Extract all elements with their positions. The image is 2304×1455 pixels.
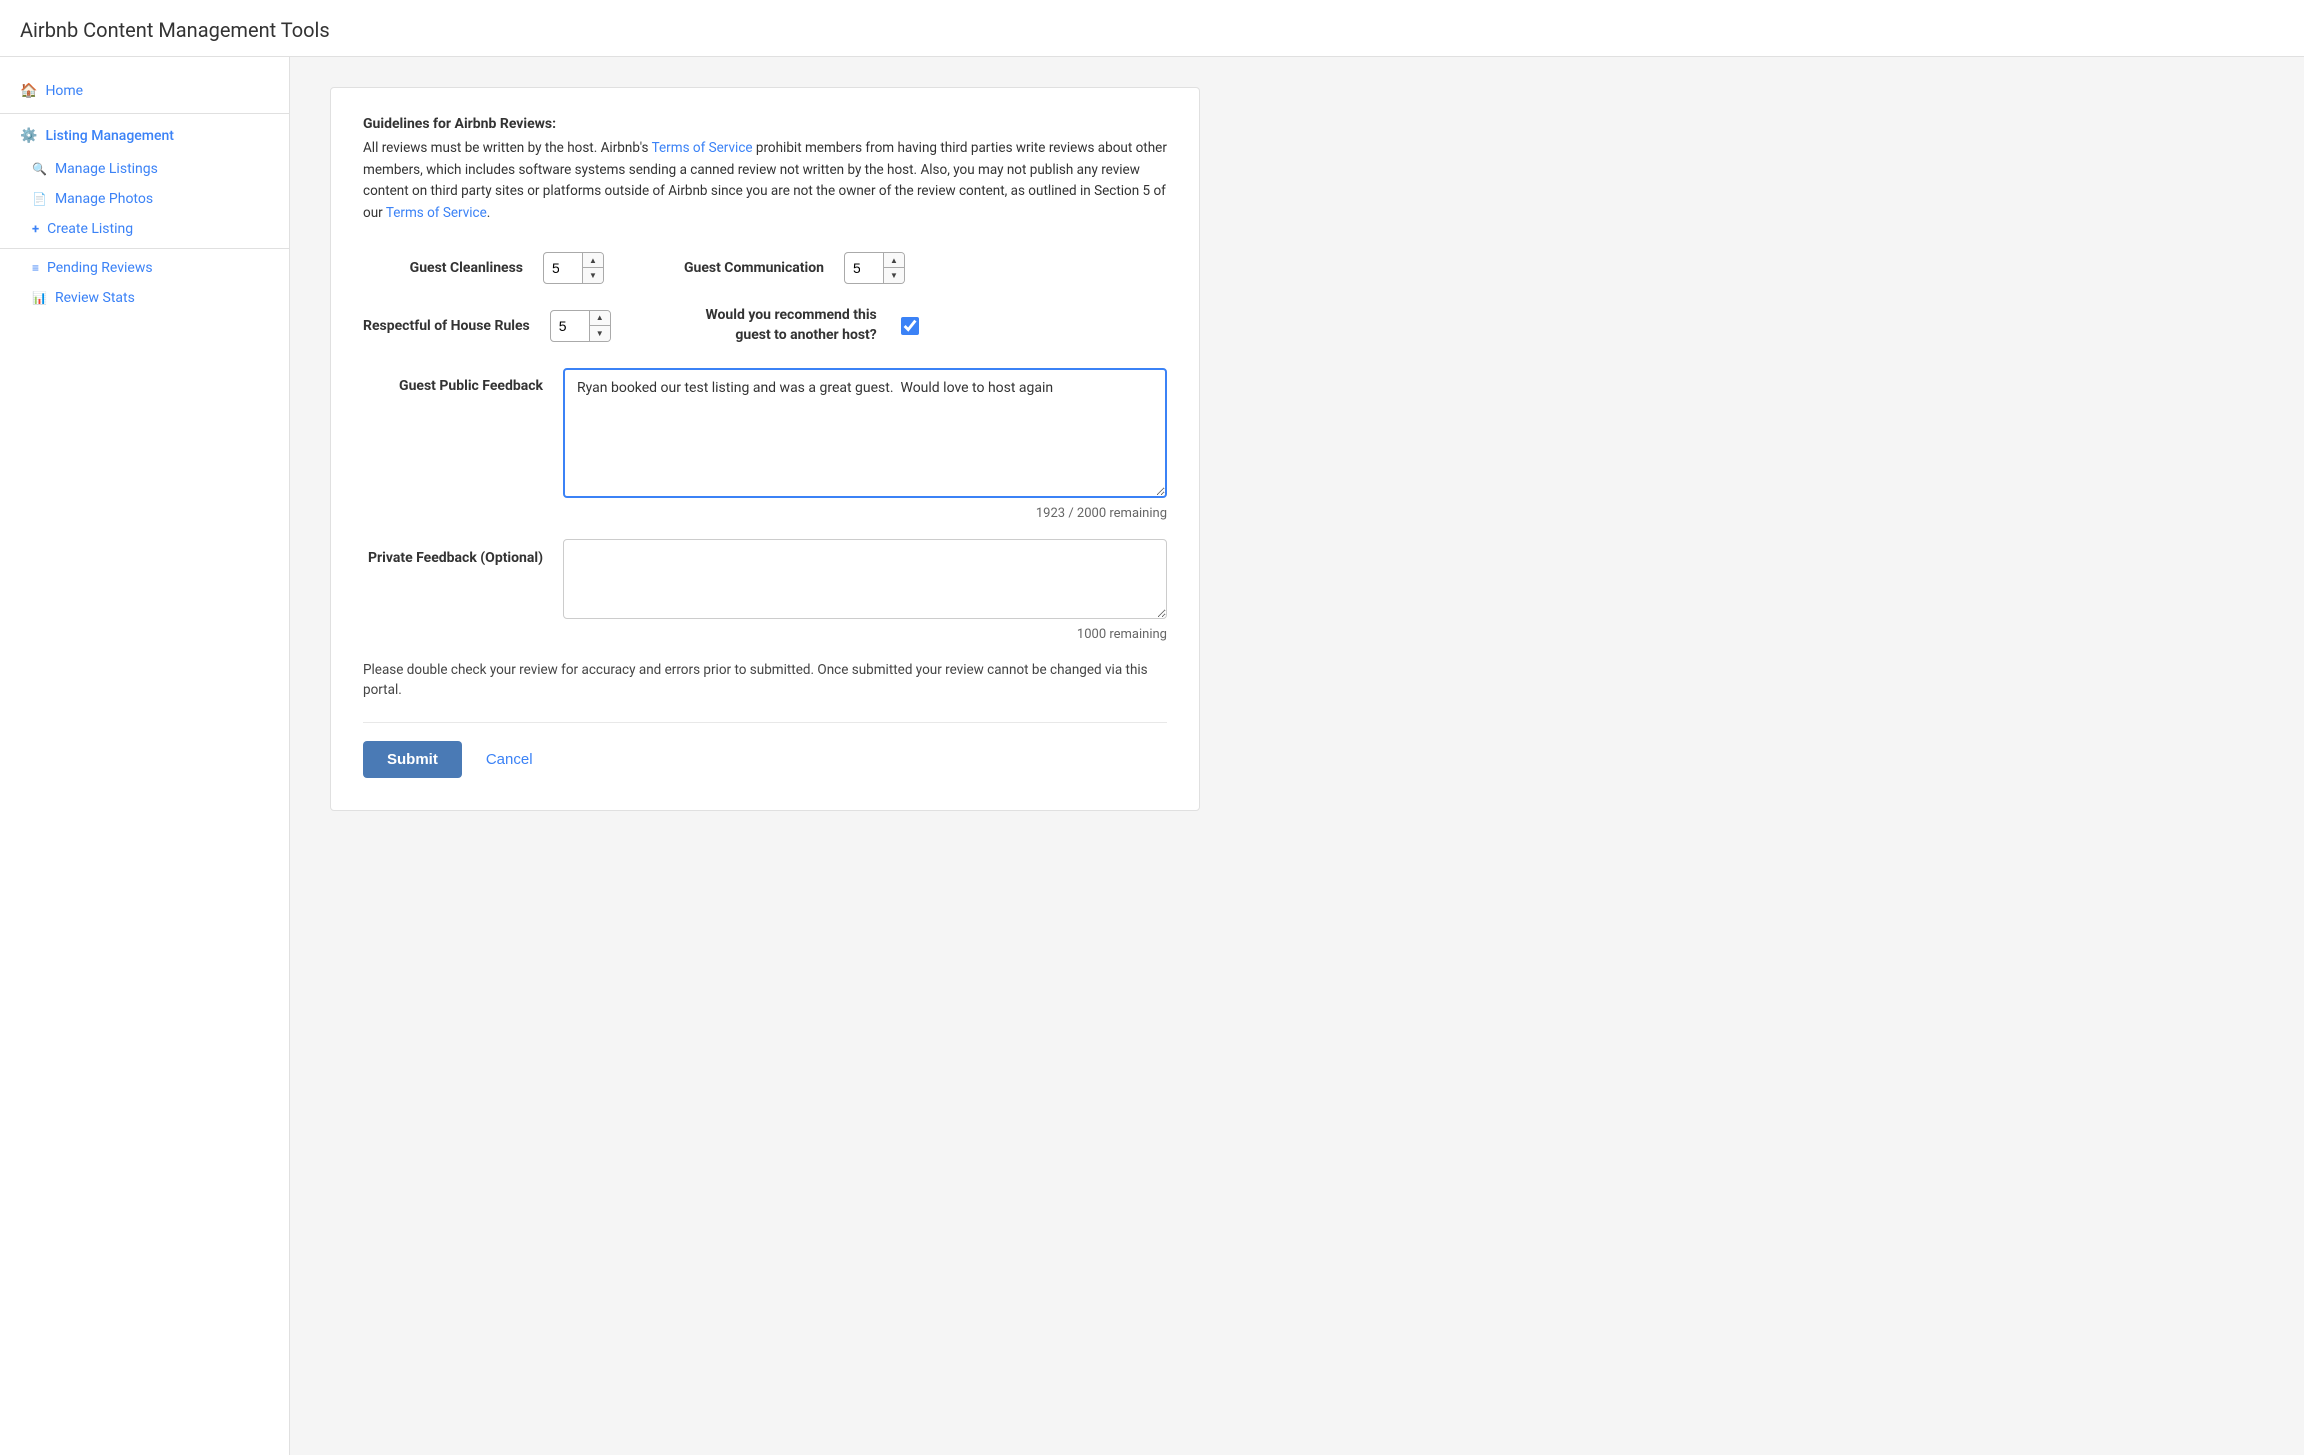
public-feedback-char-count: 1923 / 2000 remaining (563, 506, 1167, 521)
sidebar-item-home[interactable]: 🏠 Home (0, 73, 289, 109)
sidebar-item-manage-photos[interactable]: 📄 Manage Photos (0, 184, 289, 214)
communication-arrows: ▲ ▼ (883, 253, 904, 283)
recommend-item: Would you recommend this guest to anothe… (671, 306, 919, 345)
communication-down-arrow[interactable]: ▼ (884, 268, 904, 283)
cleanliness-item: Guest Cleanliness ▲ ▼ (363, 252, 604, 284)
public-feedback-textarea[interactable]: Ryan booked our test listing and was a g… (563, 368, 1167, 498)
recommend-checkbox[interactable] (901, 317, 919, 335)
ratings-row-2: Respectful of House Rules ▲ ▼ Would you … (363, 306, 1167, 345)
submit-button[interactable]: Submit (363, 741, 462, 778)
sidebar: 🏠 Home ⚙️ Listing Management 🔍 Manage Li… (0, 57, 290, 1455)
cleanliness-up-arrow[interactable]: ▲ (583, 253, 603, 268)
private-feedback-label: Private Feedback (Optional) (363, 539, 563, 569)
guidelines-body-part1: All reviews must be written by the host.… (363, 140, 652, 156)
sidebar-item-review-stats[interactable]: 📊 Review Stats (0, 283, 289, 313)
tos-link-2[interactable]: Terms of Service (386, 205, 487, 221)
manage-listings-label: Manage Listings (55, 161, 158, 177)
review-form: Guest Cleanliness ▲ ▼ Guest Communicatio… (363, 252, 1167, 778)
search-icon: 🔍 (32, 162, 47, 176)
sidebar-review-list: ≡ Pending Reviews 📊 Review Stats (0, 253, 289, 313)
create-listing-label: Create Listing (47, 221, 133, 237)
cleanliness-arrows: ▲ ▼ (582, 253, 603, 283)
disclaimer-text: Please double check your review for accu… (363, 660, 1167, 701)
plus-icon: + (32, 222, 39, 237)
public-feedback-label: Guest Public Feedback (363, 368, 563, 394)
sidebar-section-listing-management: ⚙️ Listing Management (0, 118, 289, 154)
public-feedback-row: Guest Public Feedback Ryan booked our te… (363, 368, 1167, 521)
communication-input[interactable] (845, 256, 883, 280)
communication-label: Guest Communication (664, 260, 844, 276)
recommend-label: Would you recommend this guest to anothe… (671, 306, 891, 345)
app-title: Airbnb Content Management Tools (0, 0, 2304, 57)
cleanliness-down-arrow[interactable]: ▼ (583, 268, 603, 283)
house-rules-arrows: ▲ ▼ (589, 311, 610, 341)
listing-management-label: Listing Management (45, 128, 174, 144)
chart-icon: 📊 (32, 291, 47, 305)
private-feedback-wrapper: 1000 remaining (563, 539, 1167, 642)
content-box: Guidelines for Airbnb Reviews: All revie… (330, 87, 1200, 811)
list-icon: ≡ (32, 261, 39, 275)
house-rules-label: Respectful of House Rules (363, 318, 550, 334)
sidebar-item-create-listing[interactable]: + Create Listing (0, 214, 289, 244)
guidelines-text: All reviews must be written by the host.… (363, 138, 1167, 224)
cleanliness-input[interactable] (544, 256, 582, 280)
home-icon: 🏠 (20, 83, 37, 99)
ratings-row-1: Guest Cleanliness ▲ ▼ Guest Communicatio… (363, 252, 1167, 284)
manage-photos-label: Manage Photos (55, 191, 153, 207)
house-rules-select-wrapper: ▲ ▼ (550, 310, 611, 342)
sidebar-item-pending-reviews[interactable]: ≡ Pending Reviews (0, 253, 289, 283)
form-actions: Submit Cancel (363, 722, 1167, 778)
private-feedback-textarea[interactable] (563, 539, 1167, 619)
public-feedback-wrapper: Ryan booked our test listing and was a g… (563, 368, 1167, 521)
house-rules-item: Respectful of House Rules ▲ ▼ (363, 310, 611, 342)
house-rules-down-arrow[interactable]: ▼ (590, 326, 610, 341)
house-rules-input[interactable] (551, 314, 589, 338)
cleanliness-select-wrapper: ▲ ▼ (543, 252, 604, 284)
cleanliness-label: Guest Cleanliness (363, 260, 543, 276)
communication-select-wrapper: ▲ ▼ (844, 252, 905, 284)
gear-icon: ⚙️ (20, 128, 37, 144)
photo-icon: 📄 (32, 192, 47, 206)
pending-reviews-label: Pending Reviews (47, 260, 153, 276)
sidebar-item-manage-listings[interactable]: 🔍 Manage Listings (0, 154, 289, 184)
private-feedback-char-count: 1000 remaining (563, 627, 1167, 642)
tos-link-1[interactable]: Terms of Service (652, 140, 753, 156)
private-feedback-row: Private Feedback (Optional) 1000 remaini… (363, 539, 1167, 642)
sidebar-sub-list: 🔍 Manage Listings 📄 Manage Photos + Crea… (0, 154, 289, 244)
communication-up-arrow[interactable]: ▲ (884, 253, 904, 268)
communication-item: Guest Communication ▲ ▼ (664, 252, 905, 284)
guidelines-title: Guidelines for Airbnb Reviews: (363, 116, 1167, 132)
main-content: Guidelines for Airbnb Reviews: All revie… (290, 57, 2304, 1455)
guidelines-body-part3: . (487, 205, 491, 221)
review-stats-label: Review Stats (55, 290, 135, 306)
house-rules-up-arrow[interactable]: ▲ (590, 311, 610, 326)
cancel-button[interactable]: Cancel (482, 741, 537, 778)
sidebar-home-label: Home (45, 83, 83, 99)
